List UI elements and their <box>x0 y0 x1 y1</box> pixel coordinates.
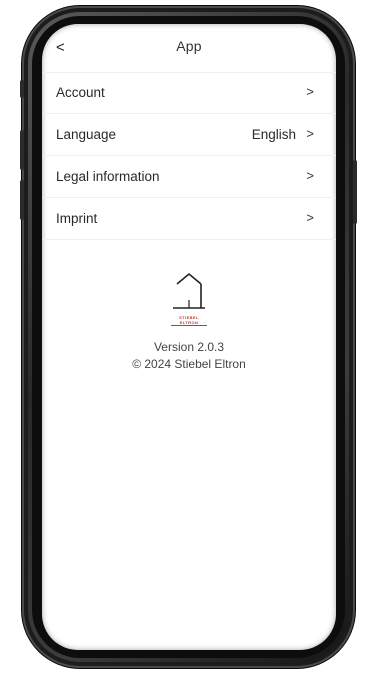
settings-menu: Account > Language English > Legal infor… <box>42 72 336 240</box>
mute-switch <box>20 80 24 98</box>
menu-item-imprint[interactable]: Imprint > <box>42 198 336 240</box>
brand-block: STIEBEL ELTRON Version 2.0.3 © 2024 Stie… <box>42 270 336 371</box>
volume-up-button <box>20 130 24 170</box>
chevron-right-icon: > <box>306 168 314 183</box>
house-outline-icon <box>173 272 205 309</box>
page-title: App <box>176 38 202 54</box>
chevron-right-icon: > <box>306 126 314 141</box>
chevron-right-icon: > <box>306 210 314 225</box>
menu-item-label: Legal information <box>56 169 160 184</box>
menu-item-account[interactable]: Account > <box>42 72 336 114</box>
menu-item-label: Account <box>56 85 105 100</box>
volume-down-button <box>20 180 24 220</box>
menu-item-legal-information[interactable]: Legal information > <box>42 156 336 198</box>
app-header: < App <box>42 24 336 73</box>
chevron-right-icon: > <box>306 84 314 99</box>
power-button <box>353 160 357 224</box>
version-text: Version 2.0.3 <box>153 340 225 354</box>
app-screen: < App Account > Language English > Legal… <box>42 24 336 650</box>
menu-item-language[interactable]: Language English > <box>42 114 336 156</box>
menu-item-label: Imprint <box>56 211 98 226</box>
brand-wordmark: STIEBEL ELTRON <box>171 315 207 326</box>
copyright-text: © 2024 Stiebel Eltron <box>132 357 246 371</box>
menu-item-label: Language <box>56 127 117 142</box>
language-value: English <box>251 127 296 142</box>
device-stage: < App Account > Language English > Legal… <box>0 0 367 674</box>
